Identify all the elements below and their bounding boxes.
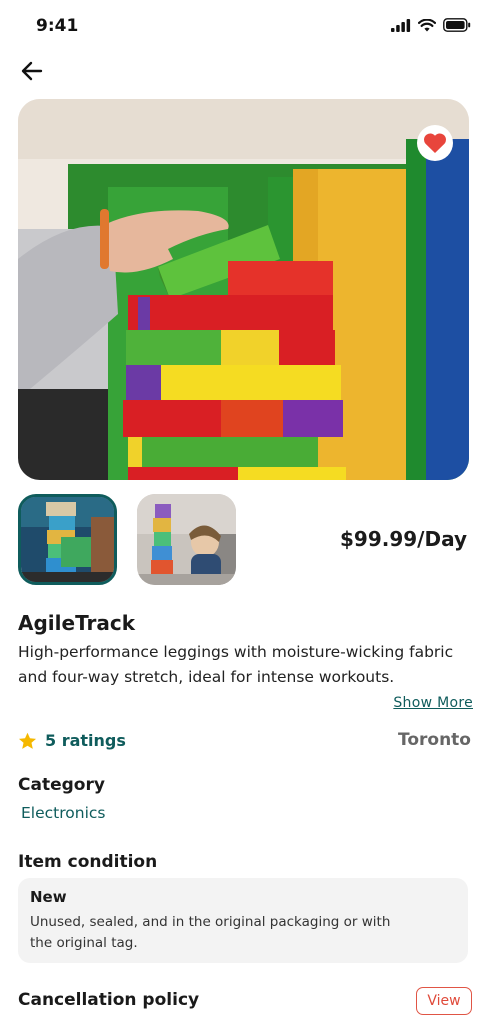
thumbnail-2[interactable] — [137, 494, 236, 585]
rating-row[interactable]: 5 ratings — [18, 731, 126, 750]
condition-heading: Item condition — [18, 852, 158, 872]
location-label: Toronto — [398, 730, 471, 750]
status-time: 9:41 — [36, 16, 79, 36]
condition-card: New Unused, sealed, and in the original … — [18, 878, 468, 963]
cancellation-heading: Cancellation policy — [18, 990, 200, 1010]
product-main-image[interactable] — [18, 99, 469, 480]
category-heading: Category — [18, 775, 105, 795]
heart-icon — [424, 133, 446, 153]
category-value[interactable]: Electronics — [21, 804, 105, 822]
battery-icon — [443, 18, 471, 32]
thumbnail-toy-tower-image — [21, 497, 114, 582]
thumbnail-1[interactable] — [18, 494, 117, 585]
product-price: $99.99/Day — [339, 527, 467, 551]
status-icons — [391, 18, 471, 32]
condition-title: New — [30, 888, 67, 906]
view-cancellation-button[interactable]: View — [416, 987, 472, 1015]
thumbnail-child-blocks-image — [137, 494, 236, 585]
product-description: High-performance leggings with moisture-… — [18, 643, 454, 686]
ratings-count: 5 ratings — [45, 731, 126, 750]
wifi-icon — [418, 18, 436, 31]
condition-description: Unused, sealed, and in the original pack… — [30, 914, 391, 951]
show-more-link[interactable]: Show More — [393, 695, 473, 711]
favorite-button[interactable] — [417, 125, 453, 161]
back-arrow-icon — [21, 61, 43, 81]
toy-blocks-illustration — [18, 99, 469, 480]
signal-icon — [391, 18, 411, 32]
back-button[interactable] — [18, 56, 48, 86]
star-icon — [18, 732, 37, 749]
product-title: AgileTrack — [18, 611, 136, 635]
status-bar: 9:41 — [0, 0, 491, 52]
